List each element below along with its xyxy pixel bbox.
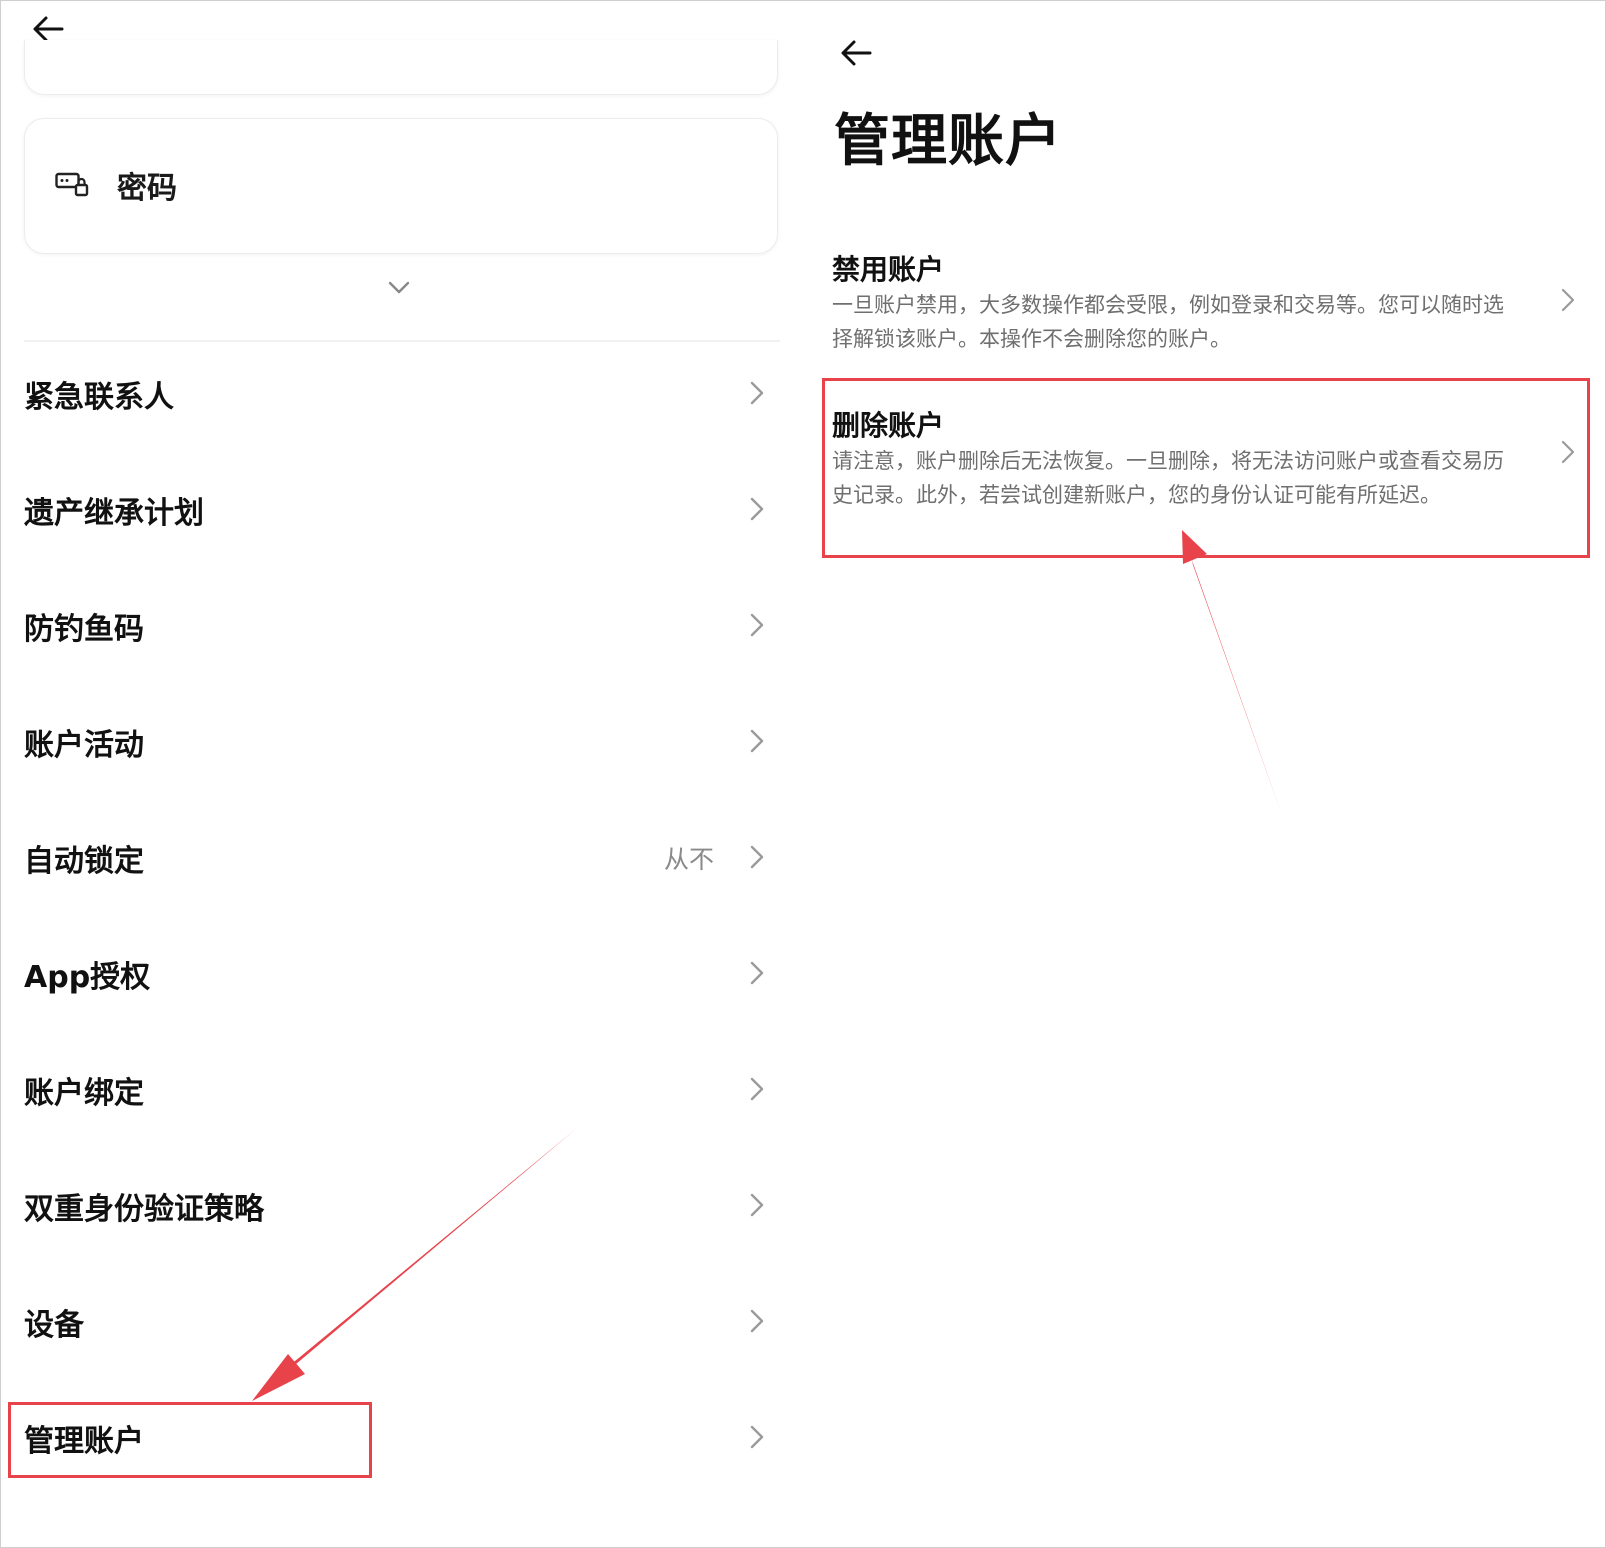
menu-item-account-activity[interactable]: 账户活动	[0, 700, 780, 780]
option-title: 禁用账户	[832, 253, 945, 286]
chevron-right-icon	[750, 381, 764, 405]
menu-item-label: 账户绑定	[24, 1076, 144, 1111]
chevron-right-icon	[750, 729, 764, 753]
auto-lock-value: 从不	[663, 845, 714, 874]
chevron-right-icon	[750, 961, 764, 985]
menu-item-label: App授权	[24, 960, 151, 995]
chevron-right-icon	[750, 613, 764, 637]
chevron-right-icon	[750, 1425, 764, 1449]
menu-item-2fa-policy[interactable]: 双重身份验证策略	[0, 1164, 780, 1244]
chevron-down-icon[interactable]	[386, 274, 412, 300]
settings-card-partial	[24, 40, 778, 95]
chevron-right-icon	[750, 1193, 764, 1217]
highlight-box-manage-account	[8, 1402, 372, 1478]
option-disable-account[interactable]: 禁用账户 一旦账户禁用，大多数操作都会受限，例如登录和交易等。您可以随时选择解锁…	[820, 248, 1590, 358]
menu-item-label: 遗产继承计划	[24, 496, 204, 531]
chevron-right-icon	[1561, 288, 1575, 312]
password-key-icon	[55, 172, 89, 197]
back-button[interactable]	[838, 36, 878, 70]
chevron-right-icon	[750, 1309, 764, 1333]
section-divider	[24, 340, 780, 342]
menu-item-label: 设备	[24, 1308, 84, 1343]
chevron-right-icon	[750, 845, 764, 869]
menu-item-label: 自动锁定	[24, 844, 144, 879]
highlight-box-delete-account	[822, 378, 1590, 558]
menu-item-inheritance-plan[interactable]: 遗产继承计划	[0, 468, 780, 548]
menu-item-emergency-contact[interactable]: 紧急联系人	[0, 352, 780, 432]
password-card[interactable]: 密码	[24, 118, 778, 254]
menu-item-label: 双重身份验证策略	[24, 1192, 264, 1227]
menu-item-auto-lock[interactable]: 自动锁定 从不	[0, 816, 780, 896]
menu-item-app-authorization[interactable]: App授权	[0, 932, 780, 1012]
option-description: 一旦账户禁用，大多数操作都会受限，例如登录和交易等。您可以随时选择解锁该账户。本…	[832, 293, 1504, 351]
menu-item-label: 紧急联系人	[24, 380, 174, 415]
menu-item-anti-phishing-code[interactable]: 防钓鱼码	[0, 584, 780, 664]
chevron-right-icon	[750, 1077, 764, 1101]
page-title: 管理账户	[834, 109, 1062, 174]
menu-item-devices[interactable]: 设备	[0, 1280, 780, 1360]
menu-item-label: 防钓鱼码	[24, 612, 144, 647]
chevron-right-icon	[750, 497, 764, 521]
menu-item-account-binding[interactable]: 账户绑定	[0, 1048, 780, 1128]
menu-item-label: 账户活动	[24, 728, 144, 763]
password-label: 密码	[117, 171, 177, 206]
arrow-left-icon	[841, 40, 872, 66]
